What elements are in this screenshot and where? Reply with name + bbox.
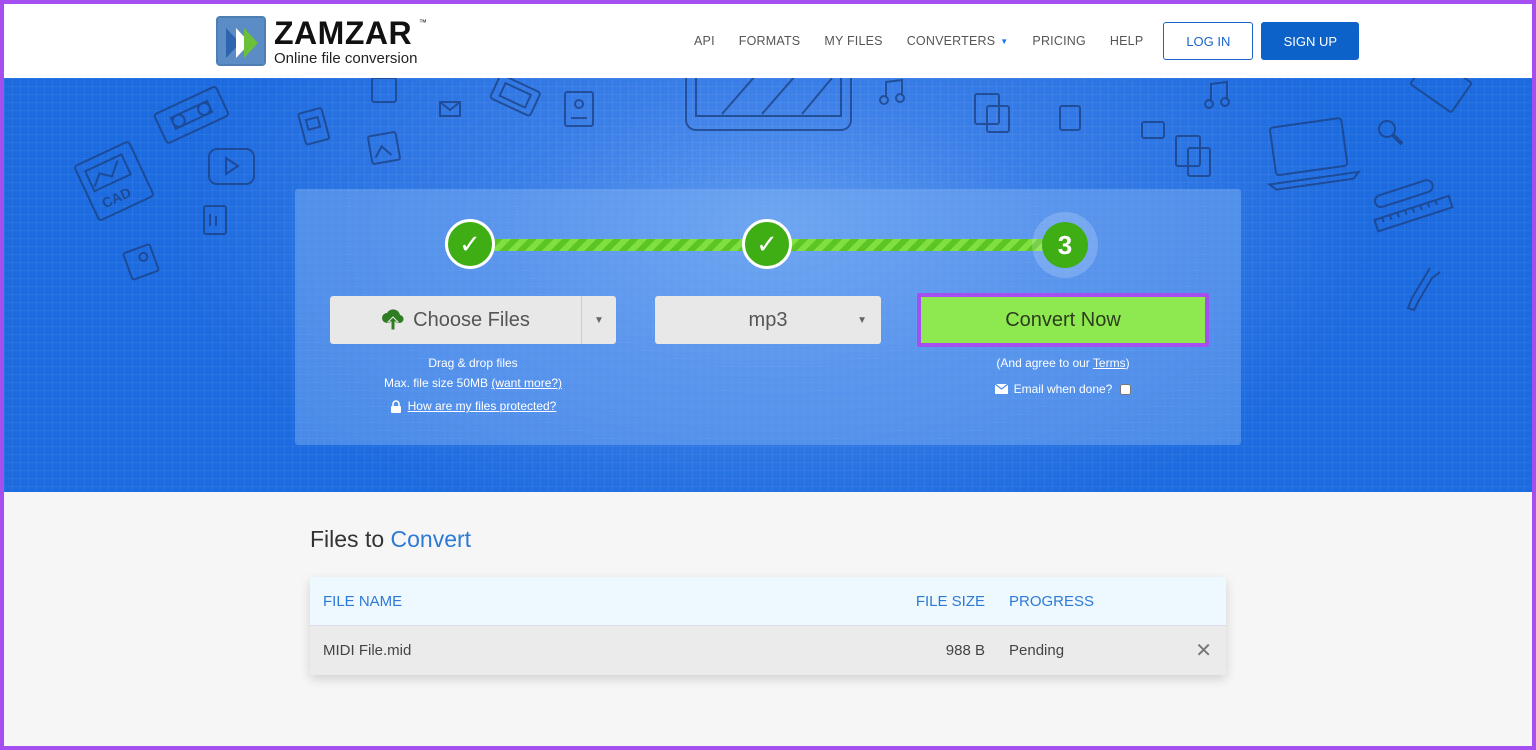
image-file-icon [122, 243, 160, 281]
remove-file-icon[interactable]: ✕ [1165, 638, 1226, 663]
signup-button[interactable]: SIGN UP [1261, 22, 1360, 60]
checkmark-icon: ✓ [459, 228, 481, 259]
doc-file-icon [297, 107, 331, 146]
envelope-icon [439, 101, 461, 117]
file-small-icon [1059, 105, 1081, 131]
agree-text: (And agree to our [996, 356, 1093, 370]
progress-steps: ✓ ✓ 3 [445, 217, 1095, 273]
tablet-sketch-icon [685, 78, 852, 131]
step-3-current: 3 [1042, 222, 1088, 268]
cassette-icon [153, 86, 230, 144]
caret-down-icon: ▼ [1000, 36, 1009, 46]
want-more-link[interactable]: (want more?) [491, 376, 562, 390]
files-to-convert-heading: Files to Convert [310, 526, 471, 553]
nav-pricing[interactable]: PRICING [1032, 34, 1086, 48]
convert-now-button[interactable]: Convert Now [921, 297, 1205, 343]
folder-icon [1141, 121, 1165, 139]
converter-panel: ✓ ✓ 3 Choose Files ▼ mp3 ▼ Convert Now D… [295, 189, 1241, 445]
heading-prefix: Files to [310, 526, 385, 552]
envelope-icon [994, 384, 1008, 394]
nav-converters[interactable]: CONVERTERS ▼ [907, 34, 1009, 48]
cad-file-icon: CAD [74, 141, 154, 221]
logo-arrows-icon [216, 16, 266, 66]
choose-files-dropdown-toggle[interactable]: ▼ [582, 296, 616, 344]
archive-icon [1410, 78, 1473, 113]
format-selected-value: mp3 [748, 308, 788, 331]
site-header: ZAMZAR ™ Online file conversion API FORMA… [4, 4, 1532, 78]
page: ZAMZAR ™ Online file conversion API FORMA… [4, 4, 1532, 746]
email-when-done-label: Email when done? [1013, 382, 1113, 396]
nav-my-files[interactable]: MY FILES [824, 34, 882, 48]
files-table: FILE NAME FILE SIZE PROGRESS MIDI File.m… [310, 577, 1226, 675]
clipboard-icon [974, 93, 1010, 133]
laptop-icon [1266, 117, 1361, 191]
contact-file-icon [564, 91, 594, 127]
video-play-icon [208, 148, 255, 185]
main-nav: API FORMATS MY FILES CONVERTERS ▼ PRICING… [694, 22, 1360, 60]
table-row: MIDI File.mid 988 B Pending ✕ [310, 626, 1226, 675]
music-note-icon [1204, 80, 1230, 109]
col-progress: PROGRESS [1009, 592, 1095, 610]
zamzar-logo[interactable]: ZAMZAR ™ Online file conversion [216, 14, 428, 67]
upload-help: Drag & drop files Max. file size 50MB (w… [330, 353, 616, 416]
email-when-done-checkbox[interactable] [1120, 383, 1132, 395]
pencil-ruler-icon [1373, 179, 1454, 233]
login-button[interactable]: LOG IN [1163, 22, 1254, 60]
film-icon [489, 78, 541, 117]
step-1-done: ✓ [445, 219, 495, 269]
picture-icon [367, 131, 401, 165]
choose-files-main[interactable]: Choose Files [330, 296, 582, 344]
step-2-done: ✓ [742, 219, 792, 269]
files-protected-link[interactable]: How are my files protected? [408, 396, 557, 416]
convert-highlight: Convert Now [917, 293, 1209, 347]
hero-section: CAD ✓ ✓ 3 Choose Files ▼ mp3 ▼ Convert N… [4, 78, 1532, 492]
caret-down-icon: ▼ [857, 314, 867, 326]
choose-files-button[interactable]: Choose Files ▼ [330, 296, 616, 344]
heading-accent: Convert [390, 526, 472, 552]
file-icon [203, 205, 227, 235]
file-name-cell: MIDI File.mid [323, 642, 412, 659]
wrench-icon [1406, 267, 1441, 312]
checkmark-icon: ✓ [756, 228, 778, 259]
table-header: FILE NAME FILE SIZE PROGRESS [310, 577, 1226, 626]
cloud-upload-icon [382, 309, 404, 331]
terms-link[interactable]: Terms [1093, 356, 1126, 370]
convert-help: (And agree to our Terms) Email when done… [917, 353, 1209, 399]
file-size-cell: 988 B [945, 642, 985, 659]
clipboard-2-icon [1175, 135, 1211, 177]
agree-suffix: ) [1125, 356, 1130, 370]
nav-api[interactable]: API [694, 34, 715, 48]
col-file-name: FILE NAME [323, 592, 403, 610]
logo-title: ZAMZAR ™ [274, 14, 428, 51]
progress-cell: Pending [1009, 642, 1065, 659]
format-select[interactable]: mp3 ▼ [655, 296, 881, 344]
max-size-text: Max. file size 50MB [383, 376, 488, 390]
music-notes-icon [879, 78, 905, 105]
nav-help[interactable]: HELP [1110, 34, 1143, 48]
choose-files-label: Choose Files [413, 308, 530, 331]
lock-icon [390, 399, 401, 413]
caret-down-icon: ▼ [594, 314, 604, 326]
magnifier-icon [1378, 120, 1404, 146]
mp3-disc-icon [371, 78, 397, 103]
drag-drop-text: Drag & drop files [428, 356, 518, 370]
nav-formats[interactable]: FORMATS [739, 34, 801, 48]
col-file-size: FILE SIZE [915, 592, 985, 610]
logo-subtitle: Online file conversion [274, 49, 418, 67]
step-number: 3 [1057, 229, 1073, 260]
